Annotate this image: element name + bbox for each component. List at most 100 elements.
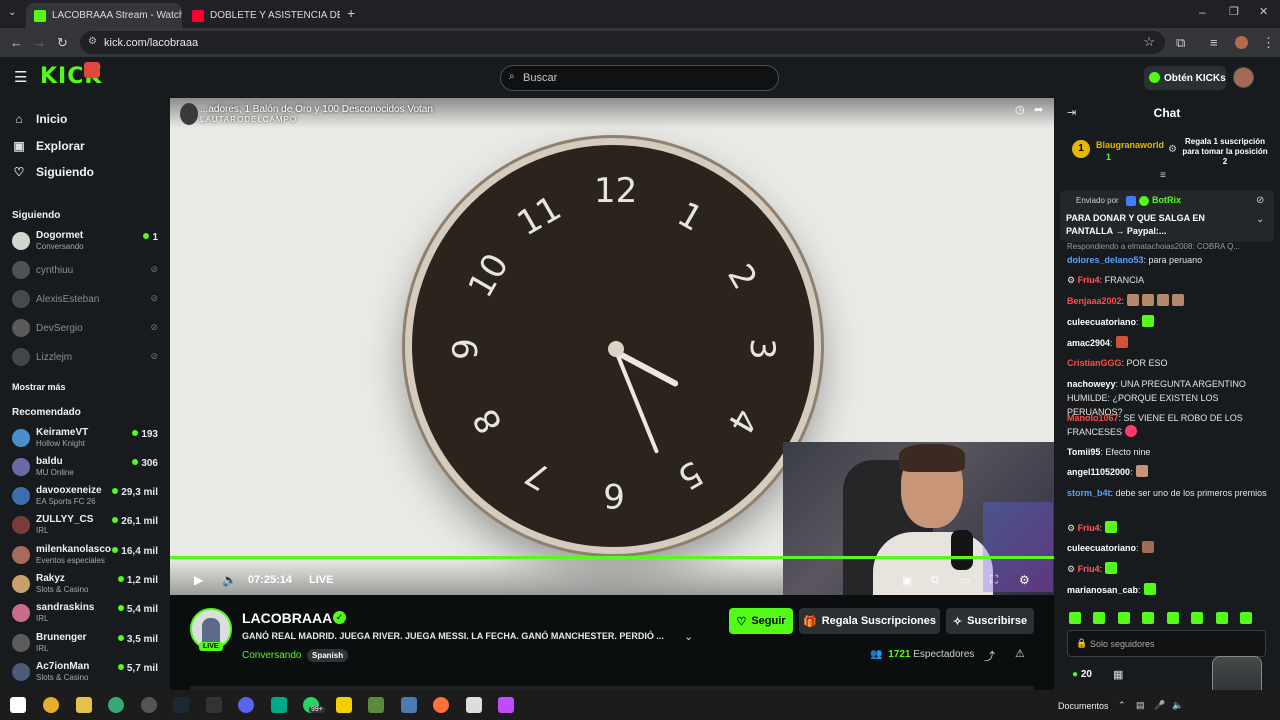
follow-button[interactable]: ♡ Seguir	[729, 608, 793, 634]
menu-dots-icon[interactable]: ⋮	[1262, 35, 1275, 51]
emote-icon	[1172, 294, 1185, 306]
steam-icon[interactable]	[173, 697, 189, 713]
app-icon[interactable]	[466, 697, 482, 713]
emote-icon[interactable]	[1142, 612, 1155, 624]
recommended-channel[interactable]: baldu MU Online 306	[12, 455, 162, 481]
epic-games-icon[interactable]	[206, 697, 222, 713]
followed-channel[interactable]: DevSergio ⊘	[12, 316, 162, 342]
volume-icon[interactable]: 🔈	[222, 573, 237, 587]
recommended-channel[interactable]: sandraskins IRL 5,4 mil	[12, 601, 162, 627]
followed-channel[interactable]: Lizzlejm ⊘	[12, 345, 162, 371]
chat-filter-icon[interactable]: ≡	[1160, 170, 1166, 181]
share-icon[interactable]: ⤴	[984, 648, 995, 664]
mic-icon[interactable]: 🎤	[1154, 700, 1165, 711]
followed-channel[interactable]: Dogormet Conversando 1	[12, 229, 162, 255]
minecraft-icon[interactable]	[368, 697, 384, 713]
recommended-channel[interactable]: milenkanolasco Eventos especiales 16,4 m…	[12, 543, 162, 569]
app-icon[interactable]	[108, 697, 124, 713]
hamburger-menu-icon[interactable]: ☰	[14, 68, 27, 86]
app-icon[interactable]	[498, 697, 514, 713]
tab-youtube[interactable]: DOBLETE Y ASISTENCIA DE ME ✕	[184, 3, 340, 28]
file-explorer-icon[interactable]	[76, 697, 92, 713]
windows-start-icon[interactable]	[10, 697, 26, 713]
tab-kick[interactable]: LACOBRAAA Stream - Watch Li ✕	[26, 3, 182, 28]
fullscreen-icon[interactable]: ⛶	[990, 574, 998, 587]
offline-icon: ⊘	[150, 293, 158, 303]
lock-icon: 🔒	[1076, 638, 1088, 648]
chat-message: storm_b4t: debe ser uno de los primeros …	[1067, 488, 1267, 498]
unpin-icon[interactable]: ⊘	[1256, 195, 1264, 206]
chat-settings-icon[interactable]: ▦	[1113, 668, 1123, 681]
emote-icon[interactable]	[1069, 612, 1081, 624]
documents-label[interactable]: Documentos	[1058, 701, 1109, 711]
clip-icon[interactable]: ⧉	[931, 574, 939, 587]
restore-icon[interactable]: ❐	[1229, 5, 1239, 18]
chevron-down-icon[interactable]: ⌄	[1256, 214, 1264, 225]
tray-chevron-icon[interactable]: ⌃	[1118, 700, 1126, 711]
play-icon[interactable]: ▶	[194, 573, 203, 587]
address-bar[interactable]: ⚙ kick.com/lacobraaa ☆	[80, 31, 1165, 54]
app-icon[interactable]	[271, 697, 287, 713]
emote-icon[interactable]	[1166, 612, 1179, 624]
show-more-link[interactable]: Mostrar más	[12, 382, 66, 392]
close-window-icon[interactable]: ✕	[1259, 5, 1268, 18]
subscribe-button[interactable]: ✧ Suscribirse	[946, 608, 1034, 634]
profile-avatar[interactable]	[1235, 36, 1248, 49]
report-icon[interactable]: ⚠	[1015, 647, 1025, 660]
recommended-channel[interactable]: KeirameVT Hollow Knight 193	[12, 426, 162, 452]
tab-list-icon[interactable]: ⌄	[8, 7, 16, 18]
avatar	[12, 348, 30, 366]
recommended-channel[interactable]: ZULLYY_CS IRL 26,1 mil	[12, 513, 162, 539]
expand-title-chevron-icon[interactable]: ⌄	[684, 630, 693, 643]
bookmark-star-icon[interactable]: ☆	[1143, 34, 1155, 50]
back-icon[interactable]: ←	[10, 35, 23, 50]
discord-icon[interactable]	[238, 697, 254, 713]
streamer-name[interactable]: LACOBRAAA	[242, 610, 332, 626]
minimize-icon[interactable]: –	[1199, 5, 1206, 19]
chat-input[interactable]: 🔒 Solo seguidores	[1067, 630, 1266, 657]
kicks-balance[interactable]: ● 20	[1072, 669, 1092, 680]
followed-channel[interactable]: AlexisEsteban ⊘	[12, 287, 162, 313]
user-avatar[interactable]	[1233, 67, 1254, 88]
top-gifter-card[interactable]: 1 Blaugranaworld 1 ⚙ Regala 1 suscripció…	[1060, 132, 1274, 172]
followed-channel[interactable]: cynthiuu ⊘	[12, 258, 162, 284]
sidebar-item-inicio[interactable]: ⌂ Inicio	[12, 112, 67, 126]
emote-icon[interactable]	[1240, 612, 1253, 624]
sidebar-item-explorar[interactable]: ▣ Explorar	[12, 139, 84, 153]
extensions-icon[interactable]: ⧉	[1176, 35, 1185, 51]
recommended-channel[interactable]: Ac7ionMan Slots & Casino 5,7 mil	[12, 660, 162, 686]
pinned-message[interactable]: Enviado por BotRix PARA DONAR Y QUE SALG…	[1060, 190, 1274, 242]
recommended-channel[interactable]: Brunenger IRL 3,5 mil	[12, 631, 162, 657]
calculator-icon[interactable]	[401, 697, 417, 713]
recommended-channel[interactable]: Rakyz Slots & Casino 1,2 mil	[12, 572, 162, 598]
theater-mode-icon[interactable]: ▭	[960, 574, 970, 587]
search-input[interactable]: ⌕ Buscar	[500, 65, 779, 91]
network-icon[interactable]: ▤	[1136, 700, 1145, 711]
chrome-icon[interactable]	[43, 697, 59, 713]
sidebar-item-siguiendo[interactable]: ♡ Siguiendo	[12, 165, 94, 179]
emote-icon[interactable]	[1215, 612, 1228, 624]
reload-icon[interactable]: ↻	[57, 35, 68, 51]
emote-icon[interactable]	[1117, 612, 1130, 624]
reading-list-icon[interactable]: ≡	[1210, 35, 1218, 50]
recommended-channel[interactable]: davooxeneize EA Sports FC 26 29,3 mil	[12, 484, 162, 510]
settings-gear-icon[interactable]: ⚙	[1019, 573, 1030, 587]
emote-icon[interactable]	[1191, 612, 1204, 624]
new-tab-icon[interactable]: +	[347, 5, 355, 21]
star-icon: ✧	[952, 615, 963, 628]
notes-icon[interactable]	[336, 697, 352, 713]
clock-watch-later-icon[interactable]: ◷	[1015, 103, 1025, 116]
app-icon[interactable]	[141, 697, 157, 713]
gift-subs-button[interactable]: 🎁 Regala Suscripciones	[799, 608, 940, 634]
emote-icon[interactable]	[1093, 612, 1106, 624]
site-info-icon[interactable]: ⚙	[88, 36, 97, 47]
video-channel-avatar	[180, 103, 198, 125]
stream-category[interactable]: Conversando	[242, 650, 301, 661]
get-kicks-button[interactable]: Obtén KICKs	[1144, 66, 1226, 90]
miniplayer-icon[interactable]: ▣	[902, 574, 912, 587]
firefox-icon[interactable]	[433, 697, 449, 713]
share-icon[interactable]: ➦	[1034, 103, 1043, 116]
volume-icon[interactable]: 🔈	[1172, 700, 1183, 711]
language-tag[interactable]: Spanish	[307, 649, 349, 662]
forward-icon[interactable]: →	[33, 35, 46, 50]
